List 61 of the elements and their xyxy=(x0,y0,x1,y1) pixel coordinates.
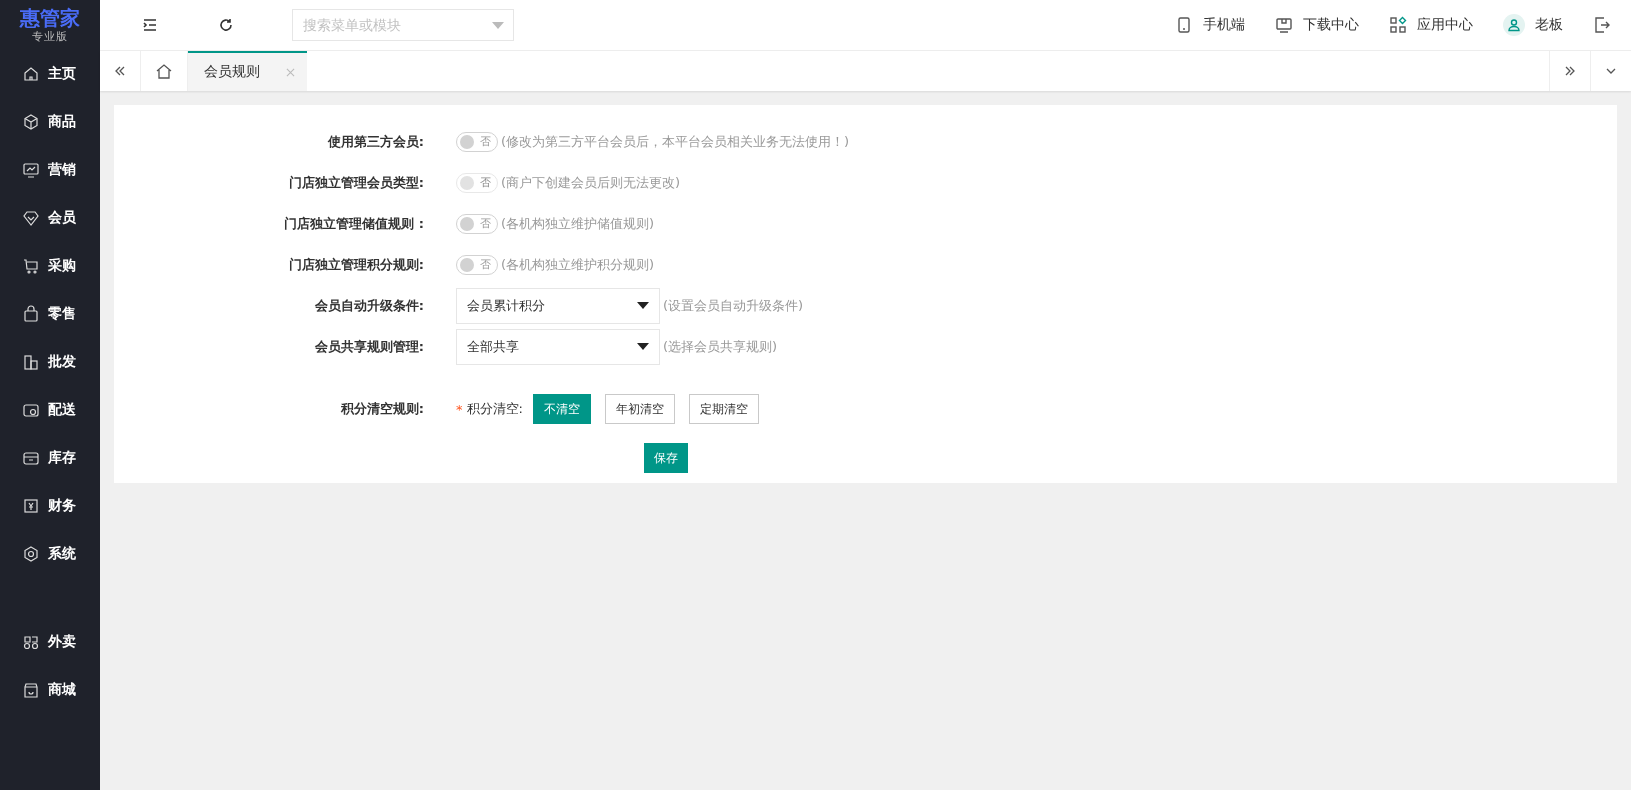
sidebar-item[interactable]: 采购 xyxy=(0,242,100,290)
top-link[interactable]: 手机端 xyxy=(1175,16,1245,34)
hint-text: (修改为第三方平台会员后，本平台会员相关业务无法使用！) xyxy=(501,132,850,151)
nav-icon xyxy=(22,353,40,371)
hint-text: (各机构独立维护积分规则) xyxy=(501,255,655,274)
nav-icon xyxy=(22,401,40,419)
sidebar-item[interactable]: 商品 xyxy=(0,98,100,146)
nav-icon xyxy=(22,633,40,651)
field-label: 积分清空规则: xyxy=(339,400,425,418)
sidebar-item[interactable]: 会员 xyxy=(0,194,100,242)
nav-icon xyxy=(22,65,40,83)
hint-text: (设置会员自动升级条件) xyxy=(663,296,804,315)
top-link[interactable]: 下载中心 xyxy=(1275,16,1359,34)
field-label: 门店独立管理储值规则 : xyxy=(283,214,425,233)
user-icon xyxy=(1503,14,1525,36)
top-link[interactable]: 应用中心 xyxy=(1389,16,1473,34)
field-label: 门店独立管理会员类型: xyxy=(287,173,425,192)
user-menu[interactable]: 老板 xyxy=(1503,14,1563,36)
page-tab[interactable]: 会员规则 xyxy=(188,51,307,91)
nav-icon xyxy=(22,161,40,179)
logo: 惠管家 xyxy=(20,6,80,29)
field-label: 门店独立管理积分规则: xyxy=(287,255,425,274)
edition-label: 专业版 xyxy=(32,29,68,44)
field-label: 使用第三方会员: xyxy=(326,132,425,151)
logout-icon[interactable] xyxy=(1593,16,1611,34)
required-mark: * xyxy=(456,401,463,417)
sidebar-item[interactable]: 零售 xyxy=(0,290,100,338)
select-field[interactable]: 会员累计积分 xyxy=(456,287,660,324)
nav-icon xyxy=(22,113,40,131)
option-button[interactable]: 定期清空 xyxy=(688,394,759,424)
option-button[interactable]: 年初清空 xyxy=(604,394,675,424)
sidebar-item[interactable]: 营销 xyxy=(0,146,100,194)
monitor-icon xyxy=(1275,16,1293,34)
nav-icon xyxy=(22,545,40,563)
hint-text: (选择会员共享规则) xyxy=(663,337,778,356)
field-label: 积分清空: xyxy=(466,400,523,418)
field-label: 会员共享规则管理: xyxy=(313,337,425,356)
search-field[interactable]: 搜索菜单或模块 xyxy=(292,9,514,41)
select-field[interactable]: 全部共享 xyxy=(456,328,660,365)
sidebar-item[interactable]: 系统 xyxy=(0,530,100,578)
nav-icon xyxy=(22,305,40,323)
option-button[interactable]: 不清空 xyxy=(532,394,591,424)
nav-icon xyxy=(22,257,40,275)
sidebar-item[interactable]: 财务 xyxy=(0,482,100,530)
sidebar-item[interactable]: 配送 xyxy=(0,386,100,434)
apps-icon xyxy=(1389,16,1407,34)
sidebar-item[interactable]: 库存 xyxy=(0,434,100,482)
save-button[interactable]: 保存 xyxy=(644,443,688,473)
dropdown-caret-icon xyxy=(492,22,504,29)
nav-icon xyxy=(22,681,40,699)
sidebar-item[interactable]: 主页 xyxy=(0,50,100,98)
sidebar-item[interactable]: 商城 xyxy=(0,666,100,714)
phone-icon xyxy=(1175,16,1193,34)
nav-icon xyxy=(22,209,40,227)
field-label: 会员自动升级条件: xyxy=(313,296,425,315)
hint-text: (商户下创建会员后则无法更改) xyxy=(501,173,681,192)
sidebar-item[interactable]: 批发 xyxy=(0,338,100,386)
nav-icon xyxy=(22,449,40,467)
sidebar-item[interactable]: 外卖 xyxy=(0,618,100,666)
hint-text: (各机构独立维护储值规则) xyxy=(501,214,655,233)
nav-icon xyxy=(22,497,40,515)
